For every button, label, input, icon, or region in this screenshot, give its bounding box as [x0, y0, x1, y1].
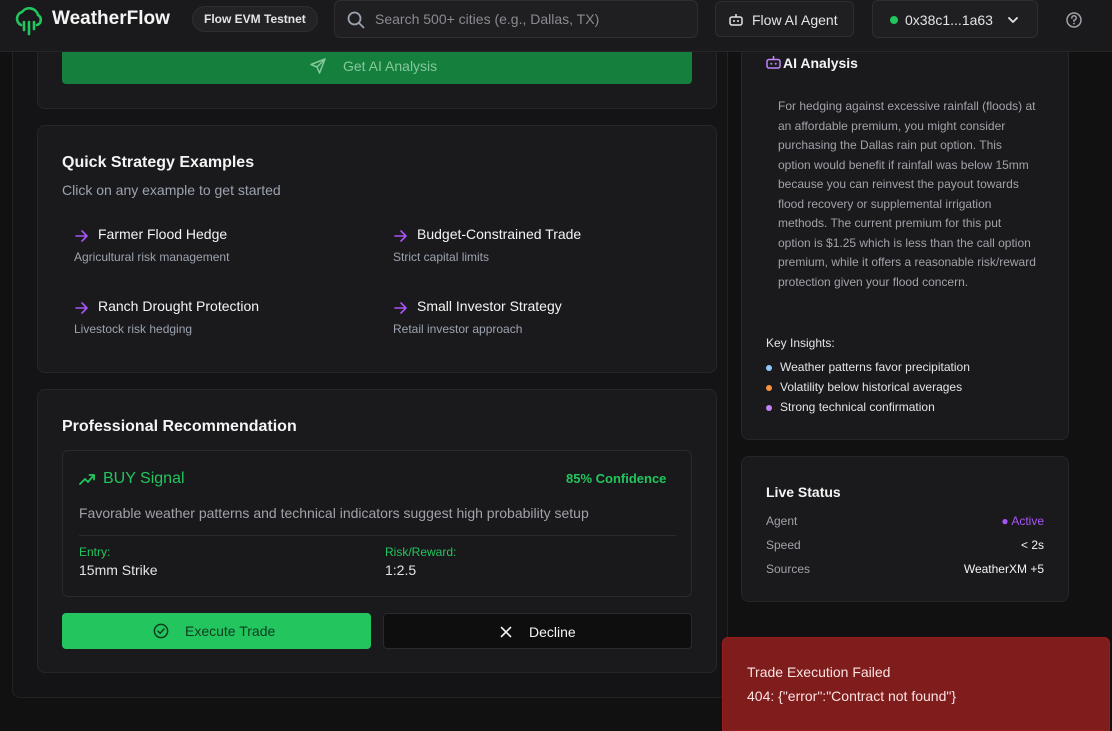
connected-status-dot [890, 16, 898, 24]
insight-text: Weather patterns favor precipitation [780, 360, 970, 374]
status-value-agent: ● Active [1001, 514, 1044, 528]
chevron-down-icon [1008, 17, 1018, 23]
insight-bullet [766, 385, 772, 391]
example-description: Agricultural risk management [74, 250, 230, 264]
city-search [334, 0, 698, 38]
example-description: Strict capital limits [393, 250, 490, 264]
wallet-button[interactable]: 0x38c1...1a63 [872, 0, 1038, 38]
network-badge: Flow EVM Testnet [192, 6, 318, 32]
trending-up-icon [79, 474, 95, 485]
agent-status: Active [1011, 514, 1044, 528]
ai-agent-button[interactable]: Flow AI Agent [715, 1, 854, 37]
search-input[interactable] [375, 1, 691, 37]
signal-description: Favorable weather patterns and technical… [79, 505, 589, 521]
arrow-right-icon [75, 302, 88, 314]
example-small-investor-strategy[interactable]: Small Investor Strategy Retail investor … [393, 298, 693, 338]
recommendation-title: Professional Recommendation [62, 418, 297, 435]
status-value-sources: WeatherXM +5 [963, 562, 1044, 576]
signal-label: BUY Signal [103, 470, 185, 487]
insight-bullet [766, 405, 772, 411]
quick-strategy-subtitle: Click on any example to get started [62, 182, 281, 198]
status-label-speed: Speed [766, 538, 801, 552]
arrow-right-icon [75, 230, 88, 242]
toast-title: Trade Execution Failed [747, 664, 891, 680]
live-status-card [741, 456, 1069, 602]
arrow-right-icon [394, 230, 407, 242]
quick-strategy-title: Quick Strategy Examples [62, 154, 255, 171]
bot-icon [766, 56, 781, 69]
status-label-sources: Sources [766, 562, 811, 576]
top-header: WeatherFlow Flow EVM Testnet Flow AI Age… [0, 0, 1112, 52]
error-toast[interactable] [722, 637, 1110, 731]
status-label-agent: Agent [766, 514, 798, 528]
example-ranch-drought-protection[interactable]: Ranch Drought Protection Livestock risk … [74, 298, 374, 338]
insight-text: Strong technical confirmation [780, 400, 935, 414]
example-description: Livestock risk hedging [74, 322, 193, 336]
send-icon [310, 58, 326, 74]
get-ai-analysis-label: Get AI Analysis [343, 58, 438, 74]
execute-trade-label: Execute Trade [185, 623, 276, 639]
ai-analysis-title: AI Analysis [783, 55, 858, 71]
decline-label: Decline [529, 624, 576, 640]
brand-name[interactable]: WeatherFlow [52, 8, 170, 30]
risk-reward-value: 1:2.5 [385, 562, 417, 578]
ai-analysis-text: For hedging against excessive rainfall (… [778, 99, 1036, 289]
example-title: Farmer Flood Hedge [98, 226, 228, 242]
toast-message: 404: {"error":"Contract not found"} [747, 688, 957, 704]
bot-icon [729, 14, 743, 26]
arrow-right-icon [394, 302, 407, 314]
key-insights-title: Key Insights: [766, 336, 835, 350]
risk-reward-label: Risk/Reward: [385, 545, 457, 559]
help-icon[interactable] [1064, 10, 1084, 30]
active-dot: ● [1001, 514, 1009, 528]
example-title: Small Investor Strategy [417, 298, 562, 314]
close-icon [500, 626, 512, 638]
search-icon [347, 11, 365, 29]
ai-agent-label: Flow AI Agent [752, 12, 838, 28]
signal-divider [79, 535, 676, 536]
check-circle-icon [153, 623, 169, 639]
wallet-address: 0x38c1...1a63 [905, 12, 993, 28]
confidence-badge: 85% Confidence [566, 471, 667, 486]
entry-value: 15mm Strike [79, 562, 158, 578]
example-title: Budget-Constrained Trade [417, 226, 582, 242]
execute-trade-button[interactable]: Execute Trade [62, 613, 371, 649]
insight-text: Volatility below historical averages [780, 380, 963, 394]
example-description: Retail investor approach [393, 322, 523, 336]
live-status-title: Live Status [766, 484, 841, 500]
example-budget-constrained-trade[interactable]: Budget-Constrained Trade Strict capital … [393, 226, 693, 266]
example-title: Ranch Drought Protection [98, 298, 260, 314]
example-farmer-flood-hedge[interactable]: Farmer Flood Hedge Agricultural risk man… [74, 226, 374, 266]
weatherflow-logo-icon[interactable] [12, 4, 44, 36]
status-value-speed: < 2s [1020, 538, 1044, 552]
decline-button[interactable]: Decline [383, 613, 692, 649]
get-ai-analysis-button[interactable]: Get AI Analysis [62, 48, 692, 84]
entry-label: Entry: [79, 545, 111, 559]
insight-bullet [766, 365, 772, 371]
